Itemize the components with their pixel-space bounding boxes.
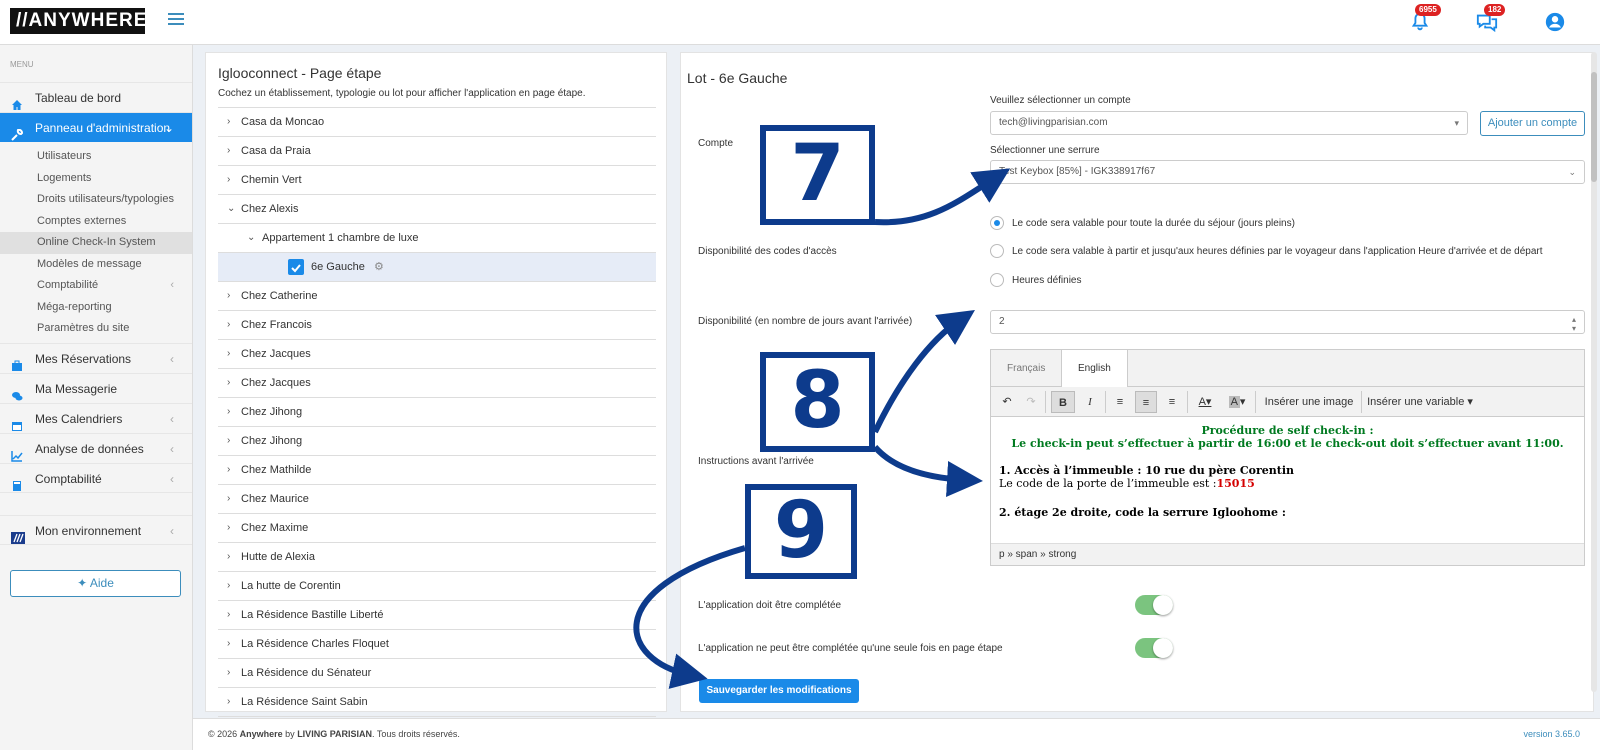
arrow-to-days-input	[872, 310, 975, 434]
arrow-to-lock-select	[874, 168, 1011, 226]
arrow-to-save-button	[633, 545, 746, 689]
annotation-step-9: 9	[745, 484, 857, 579]
annotation-step-7: 7	[760, 125, 875, 225]
annotation-step-8: 8	[760, 352, 875, 452]
arrow-to-instructions	[872, 444, 983, 497]
